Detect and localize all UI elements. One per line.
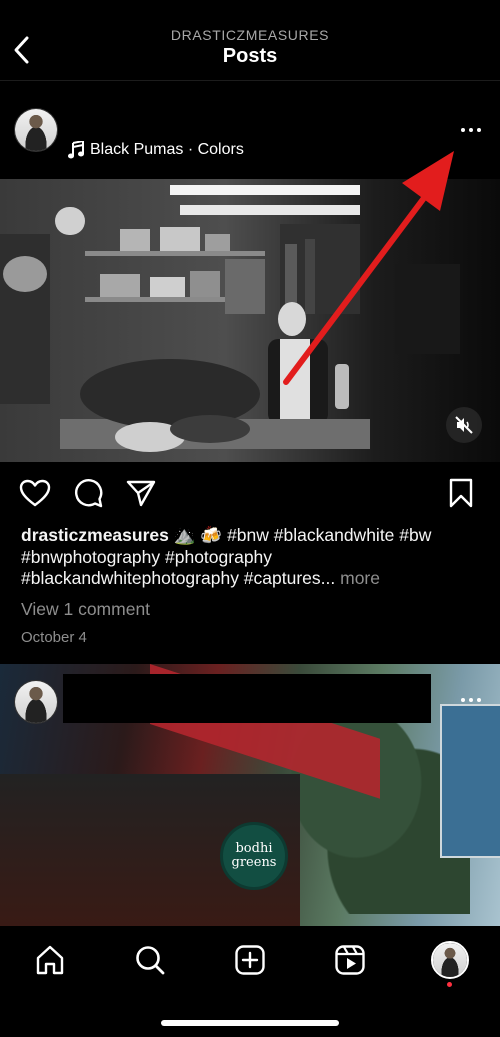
speaker-muted-icon (455, 416, 473, 434)
sign-line-1: bodhi (235, 841, 273, 856)
nav-create-button[interactable] (230, 940, 270, 980)
mute-toggle-button[interactable] (446, 407, 482, 443)
home-indicator[interactable] (161, 1020, 339, 1026)
search-icon (136, 946, 165, 975)
heart-icon (19, 479, 51, 507)
redacted-block (63, 674, 431, 723)
notification-dot (447, 982, 452, 987)
comment-button[interactable] (71, 477, 105, 509)
shop-sign: bodhi greens (220, 822, 288, 890)
music-note-icon (68, 141, 84, 159)
profile-username: DRASTICZMEASURES (170, 27, 330, 43)
send-icon (126, 480, 156, 507)
caption-emojis: ⛰️ 🍻 (173, 525, 223, 545)
music-track-text: Black Pumas · Colors (90, 141, 244, 158)
caption-more-link[interactable]: more (340, 568, 380, 588)
nav-home-button[interactable] (30, 940, 70, 980)
post-caption: drasticzmeasures ⛰️ 🍻 #bnw #blackandwhit… (21, 525, 483, 590)
save-button[interactable] (444, 477, 478, 509)
post-music-label[interactable]: Black Pumas · Colors (68, 141, 244, 159)
nav-search-button[interactable] (130, 940, 170, 980)
reels-icon (335, 945, 365, 975)
like-button[interactable] (18, 477, 52, 509)
next-post-options-button[interactable] (455, 688, 487, 712)
comment-icon (75, 479, 103, 508)
nav-profile-button[interactable] (430, 940, 470, 980)
post-date: October 4 (21, 629, 87, 646)
post-author-avatar[interactable] (14, 108, 58, 152)
page-title: Posts (222, 45, 278, 67)
caption-username[interactable]: drasticzmeasures (21, 525, 169, 545)
share-button[interactable] (124, 477, 158, 509)
more-horizontal-icon (461, 698, 481, 702)
view-comments-link[interactable]: View 1 comment (21, 599, 150, 620)
plus-square-icon (235, 945, 265, 975)
post-photo (0, 179, 500, 462)
more-horizontal-icon (461, 128, 481, 132)
bookmark-icon (449, 478, 473, 508)
home-icon (36, 945, 64, 975)
post-options-button[interactable] (455, 118, 487, 142)
post-media[interactable] (0, 179, 500, 462)
next-post-author-avatar[interactable] (14, 680, 58, 724)
sign-line-2: greens (231, 855, 277, 870)
nav-reels-button[interactable] (330, 940, 370, 980)
profile-avatar (431, 941, 469, 979)
